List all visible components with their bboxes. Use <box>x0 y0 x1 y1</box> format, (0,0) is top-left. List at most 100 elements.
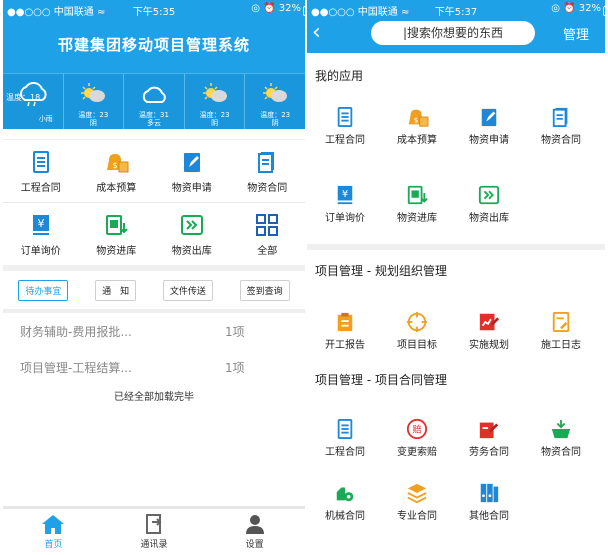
app-label: 专业合同 <box>397 511 437 522</box>
edit-doc-icon <box>481 108 497 127</box>
tab-todo[interactable]: 待办事宜 <box>18 279 69 301</box>
app-cost-budget[interactable]: $ 成本预算 <box>78 140 154 203</box>
app-other-contract[interactable]: 其他合同 <box>453 462 525 524</box>
clipboard-icon <box>337 312 353 332</box>
app-material-contract[interactable]: 物资合同 <box>525 388 597 462</box>
app-label: 物资合同 <box>247 183 288 194</box>
doc-list-icon <box>337 419 353 439</box>
app-stock-in[interactable]: 物资进库 <box>381 170 453 230</box>
weather-day[interactable]: 温度：23 阴 <box>185 74 246 129</box>
log-icon <box>552 312 570 332</box>
segment-tabs: 待办事宜 通 知 文件传送 签到查询 <box>3 265 305 309</box>
app-label: 订单询价 <box>325 213 365 224</box>
app-engineering-contract[interactable]: 工程合同 <box>3 140 79 203</box>
app-stock-out[interactable]: 物资出库 <box>154 203 230 265</box>
svg-text:¥: ¥ <box>37 217 44 230</box>
tab-notice[interactable]: 通 知 <box>95 279 137 301</box>
list-item[interactable]: 财务辅助-费用报批... 1项 <box>3 313 305 349</box>
section-title: 项目管理 - 项目合同管理 <box>315 373 447 387</box>
app-professional-contract[interactable]: 专业合同 <box>381 462 453 524</box>
tabbar-home[interactable]: 首页 <box>3 509 104 555</box>
app-labor-contract[interactable]: 劳务合同 <box>453 388 525 462</box>
search-input[interactable]: |搜索你想要的东西 <box>371 21 535 45</box>
tabbar-contacts[interactable]: 通讯录 <box>104 509 205 555</box>
app-label: 物资出库 <box>171 246 212 257</box>
tab-file-transfer[interactable]: 文件传送 <box>162 279 213 301</box>
weather-day[interactable]: 温度：23 阴 <box>245 74 305 129</box>
doc-stack-icon <box>552 107 568 127</box>
cloud-icon <box>142 86 166 103</box>
app-label: 物资出库 <box>469 213 509 224</box>
contacts-icon <box>146 514 162 534</box>
app-label: 成本预算 <box>96 183 137 194</box>
app-cost-budget[interactable]: $ 成本预算 <box>381 84 453 156</box>
svg-text:$: $ <box>414 116 419 125</box>
app-start-report[interactable]: 开工报告 <box>309 279 381 351</box>
weather-day[interactable]: 温度：23 阴 <box>64 74 125 129</box>
app-machinery-contract[interactable]: 机械合同 <box>309 462 381 524</box>
app-label: 物资申请 <box>469 135 509 146</box>
app-material-request[interactable]: 物资申请 <box>453 84 525 156</box>
tabbar-label: 设置 <box>245 540 264 550</box>
weather-today[interactable]: 温度：18 小雨 <box>3 74 64 129</box>
money-bag-icon: $ <box>408 109 429 127</box>
app-project-goal[interactable]: 项目目标 <box>381 279 453 351</box>
sun-cloud-icon <box>263 83 288 102</box>
list-item[interactable]: 项目管理-工程结算... 1项 <box>3 349 305 385</box>
manage-button[interactable]: 管理 <box>563 24 589 43</box>
edit-doc-icon <box>183 153 200 172</box>
tabbar-settings[interactable]: 设置 <box>204 509 305 555</box>
app-material-contract[interactable]: 物资合同 <box>229 140 305 203</box>
weather-label: 阴 <box>89 119 97 127</box>
weather-strip: 温度：18 小雨 温度：23 阴 温度：31 多云 温度：23 阴 温度：23 … <box>3 73 305 129</box>
app-header: ‹ |搜索你想要的东西 管理 <box>307 17 605 53</box>
section-contracts: 项目管理 - 项目合同管理 工程合同 赔 变更索赔 劳务合同 物资合同 机械合同 <box>307 365 605 524</box>
app-label: 劳务合同 <box>469 447 509 458</box>
svg-text:赔: 赔 <box>412 424 421 436</box>
tabbar-label: 通讯录 <box>140 540 168 550</box>
stock-out-icon <box>180 215 203 235</box>
grid-icon <box>256 214 279 236</box>
app-grid: 工程合同 $ 成本预算 物资申请 物资合同 ¥ 订单询价 物资进库 物资出库 全… <box>3 139 305 265</box>
app-material-contract[interactable]: 物资合同 <box>525 84 597 156</box>
app-label: 变更索赔 <box>397 447 437 458</box>
person-icon <box>245 515 264 534</box>
money-bag-icon: $ <box>107 154 129 173</box>
app-engineering-contract[interactable]: 工程合同 <box>309 388 381 462</box>
app-stock-in[interactable]: 物资进库 <box>79 203 155 265</box>
todo-list: 财务辅助-费用报批... 1项 项目管理-工程结算... 1项 已经全部加载完毕 <box>3 309 305 403</box>
tab-checkin-query[interactable]: 签到查询 <box>239 279 290 301</box>
svg-text:$: $ <box>113 161 118 170</box>
app-label: 工程合同 <box>20 183 61 194</box>
app-grid: 工程合同 赔 变更索赔 劳务合同 物资合同 机械合同 专业合同 其他合同 <box>307 388 605 524</box>
app-material-request[interactable]: 物资申请 <box>154 140 230 203</box>
app-label: 成本预算 <box>397 135 437 146</box>
app-stock-out[interactable]: 物资出库 <box>453 170 525 230</box>
status-bar: ●●○○○ 中国联通 ≈ 下午5:37 ◎ ⏰ 32% <box>307 0 605 18</box>
left-screen: ●●○○○ 中国联通 ≈ 下午5:35 ◎ ⏰ 32% 邗建集团移动项目管理系统… <box>3 0 305 555</box>
yen-doc-icon: ¥ <box>32 215 49 235</box>
app-label: 物资申请 <box>171 183 212 194</box>
app-label: 物资合同 <box>541 447 581 458</box>
basket-icon <box>551 419 571 439</box>
bottom-tab-bar: 首页 通讯录 设置 <box>3 506 305 555</box>
app-construction-log[interactable]: 施工日志 <box>525 279 597 351</box>
app-order-inquiry[interactable]: ¥ 订单询价 <box>309 170 381 230</box>
app-all[interactable]: 全部 <box>230 203 306 265</box>
todo-count: 1项 <box>225 324 245 339</box>
app-order-inquiry[interactable]: ¥ 订单询价 <box>3 203 79 265</box>
app-implementation-plan[interactable]: 实施规划 <box>453 279 525 351</box>
todo-count: 1项 <box>225 360 245 375</box>
status-time: 下午5:37 <box>434 7 478 18</box>
section-my-apps: 我的应用 工程合同 $ 成本预算 物资申请 物资合同 ¥ 订单询价 物资进库 物… <box>307 53 605 244</box>
sun-cloud-icon <box>81 83 106 102</box>
battery-icon <box>603 6 605 16</box>
app-engineering-contract[interactable]: 工程合同 <box>309 84 381 156</box>
weather-day[interactable]: 温度：31 多云 <box>124 74 185 129</box>
doc-list-icon <box>32 151 49 173</box>
stock-in-icon <box>407 185 428 205</box>
app-change-claim[interactable]: 赔 变更索赔 <box>381 388 453 462</box>
app-label: 实施规划 <box>469 340 509 351</box>
back-icon[interactable]: ‹ <box>312 22 321 44</box>
layers-icon <box>407 483 427 504</box>
